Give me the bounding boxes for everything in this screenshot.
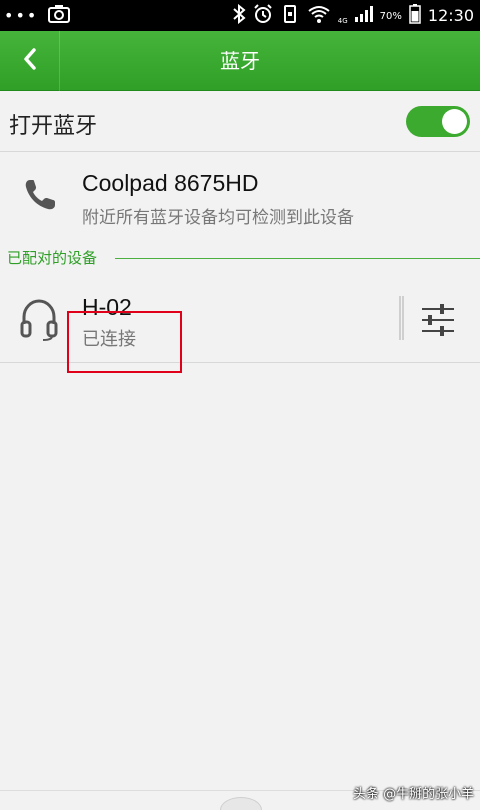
network-type: 4G [337,17,348,25]
battery-icon [409,4,421,28]
device-settings-button[interactable] [420,302,456,342]
battery-percent: 70% [379,10,402,22]
status-right: 4G 70% 12:30 [232,3,474,28]
bluetooth-toggle-label: 打开蓝牙 [9,114,98,139]
refresh-icon[interactable] [220,797,262,810]
more-dots-icon: ••• [4,6,39,25]
screenshot-icon [48,4,71,28]
paired-section-label: 已配对的设备 [7,249,98,267]
row-divider [399,296,404,340]
this-device-name: Coolpad 8675HD [82,170,259,196]
back-button[interactable] [0,31,60,91]
switch-knob [442,109,467,134]
signal-icon [354,6,373,26]
status-bar: ••• 4G 70% 12:30 [0,0,480,31]
bluetooth-switch[interactable] [406,106,470,137]
highlight-box [67,311,182,373]
watermark: 头条 @牛掰的张小羊 [353,787,475,802]
page-title: 蓝牙 [220,49,260,73]
chevron-left-icon [22,47,38,75]
section-divider [115,258,480,259]
this-device-visibility: 附近所有蓝牙设备均可检测到此设备 [82,208,354,228]
paired-section-header: 已配对的设备 [0,247,480,269]
clock: 12:30 [427,6,474,25]
alarm-icon [253,4,273,28]
phone-icon [22,177,58,217]
headset-icon [19,298,59,346]
status-left: ••• [4,4,71,28]
title-bar: 蓝牙 [0,31,480,91]
bluetooth-icon [232,3,246,28]
wifi-icon [307,4,331,28]
sliders-icon [420,304,456,342]
vibrate-icon [280,4,300,28]
